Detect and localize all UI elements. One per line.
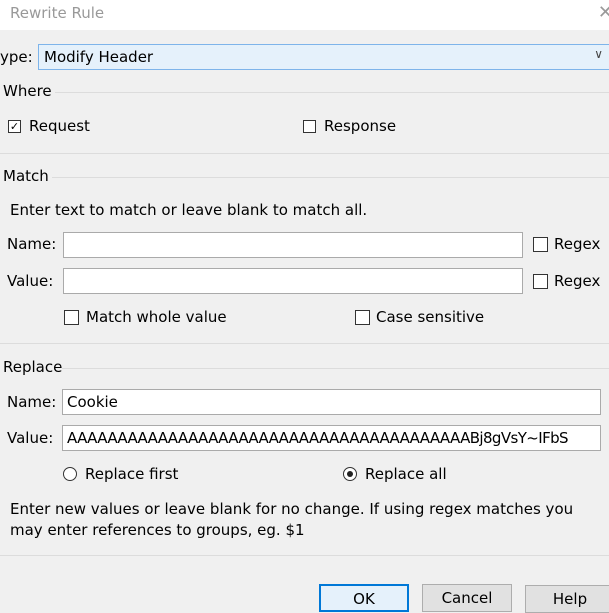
response-label: Response (324, 117, 397, 135)
replace-first-label: Replace first (85, 465, 179, 483)
where-heading: Where (3, 82, 52, 100)
case-sensitive-label: Case sensitive (376, 308, 485, 326)
close-icon[interactable]: ✕ (598, 2, 609, 23)
match-name-label: Name: (7, 235, 57, 253)
replace-all-radio[interactable] (343, 467, 357, 481)
name-regex-label: Regex (554, 235, 601, 253)
ok-button[interactable]: OK (319, 584, 409, 612)
replace-value-label: Value: (7, 429, 54, 447)
replace-heading: Replace (3, 358, 63, 376)
request-label: Request (29, 117, 90, 135)
replace-name-input[interactable]: Cookie (62, 389, 601, 415)
replace-name-label: Name: (7, 393, 57, 411)
match-whole-label: Match whole value (86, 308, 227, 326)
match-whole-checkbox[interactable] (64, 310, 79, 325)
value-regex-checkbox[interactable] (533, 274, 548, 289)
match-hint: Enter text to match or leave blank to ma… (10, 201, 368, 219)
replace-first-radio[interactable] (63, 467, 77, 481)
request-checkbox[interactable]: ✓ (8, 120, 21, 133)
replace-value-input[interactable]: AAAAAAAAAAAAAAAAAAAAAAAAAAAAAAAAAAAAAAAA… (62, 425, 601, 451)
type-label: ype: (0, 48, 33, 66)
replace-hint: Enter new values or leave blank for no c… (10, 500, 574, 539)
cancel-button[interactable]: Cancel (422, 584, 512, 612)
chevron-down-icon: ∨ (594, 47, 603, 61)
case-sensitive-checkbox[interactable] (355, 310, 370, 325)
type-select[interactable]: Modify Header ∨ (38, 44, 609, 70)
name-regex-checkbox[interactable] (533, 237, 548, 252)
value-regex-label: Regex (554, 272, 601, 290)
match-value-label: Value: (7, 272, 54, 290)
replace-all-label: Replace all (365, 465, 447, 483)
match-value-input[interactable] (63, 268, 523, 294)
match-heading: Match (3, 167, 49, 185)
window-title: Rewrite Rule (10, 4, 105, 22)
match-name-input[interactable] (63, 232, 523, 258)
type-value: Modify Header (44, 48, 154, 66)
response-checkbox[interactable] (303, 120, 316, 133)
